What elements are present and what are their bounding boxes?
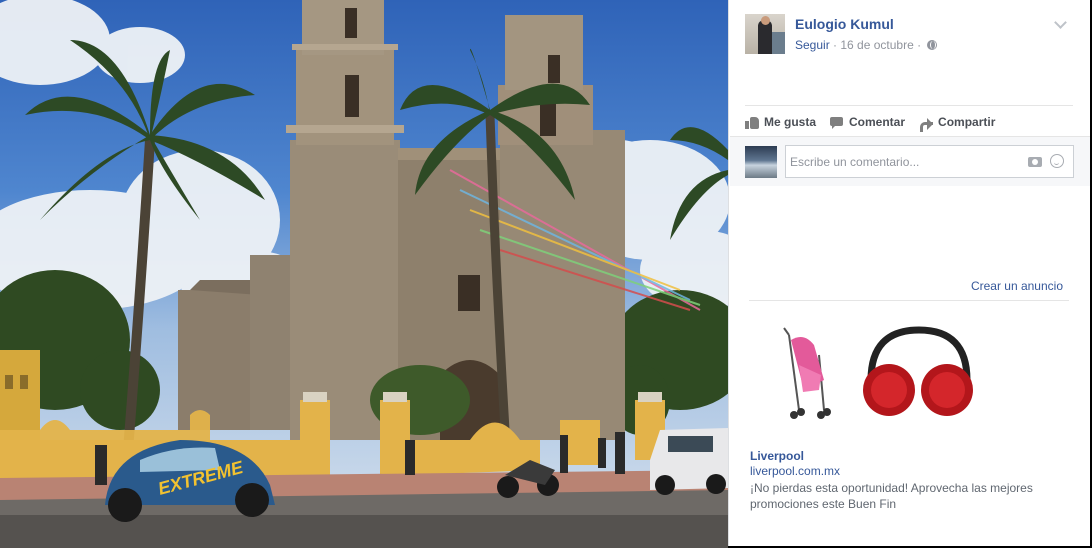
meta-separator: ·	[829, 38, 841, 52]
post-meta: Seguir · 16 de octubre ·	[795, 38, 938, 52]
create-ad-link[interactable]: Crear un anuncio	[971, 279, 1063, 293]
share-label: Compartir	[938, 115, 996, 129]
camera-icon[interactable]	[1028, 157, 1042, 167]
ad-url[interactable]: liverpool.com.mx	[750, 464, 840, 478]
comment-icon	[830, 116, 844, 129]
stroller-image[interactable]	[769, 320, 849, 430]
chevron-down-icon[interactable]	[1054, 16, 1067, 29]
share-button[interactable]: Compartir	[919, 112, 995, 132]
post-actions: Me gusta Comentar Compartir	[745, 112, 1009, 132]
ad-title[interactable]: Liverpool	[750, 449, 804, 463]
viewer-avatar	[745, 146, 777, 178]
like-icon	[745, 116, 759, 129]
post-sidebar: Eulogio Kumul Seguir · 16 de octubre · M…	[728, 0, 1090, 546]
comment-button[interactable]: Comentar	[830, 112, 905, 132]
smiley-icon[interactable]	[1050, 154, 1064, 168]
post-date[interactable]: 16 de octubre	[840, 38, 913, 52]
headphones-image[interactable]	[859, 320, 979, 430]
ad-divider	[749, 300, 1069, 301]
ad-description: ¡No pierdas esta oportunidad! Aprovecha …	[750, 481, 1033, 511]
meta-separator-2: ·	[913, 38, 925, 52]
comment-label: Comentar	[849, 115, 906, 129]
post-photo[interactable]: EXTREME	[0, 0, 728, 548]
like-button[interactable]: Me gusta	[745, 112, 816, 132]
divider	[745, 105, 1073, 106]
cathedral-photo: EXTREME	[0, 0, 728, 548]
author-name[interactable]: Eulogio Kumul	[795, 16, 894, 32]
author-avatar[interactable]	[745, 14, 785, 54]
follow-link[interactable]: Seguir	[795, 38, 830, 52]
comment-composer	[730, 136, 1090, 186]
post-header: Eulogio Kumul Seguir · 16 de octubre ·	[745, 14, 1075, 54]
like-label: Me gusta	[764, 115, 817, 129]
share-icon	[919, 116, 934, 132]
globe-icon	[927, 40, 938, 50]
